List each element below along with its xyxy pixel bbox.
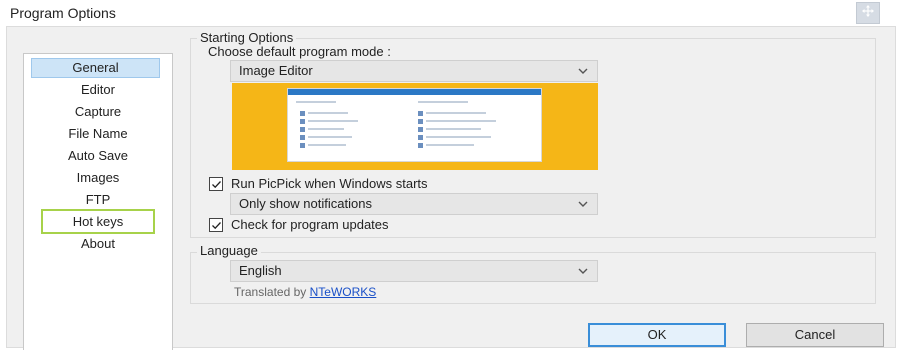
default-mode-label: Choose default program mode : [208,44,391,59]
run-on-start-label: Run PicPick when Windows starts [231,176,428,191]
run-on-start-checkbox[interactable] [209,177,223,191]
sidebar-item-hot-keys[interactable]: Hot keys [41,209,155,234]
default-mode-value: Image Editor [239,63,313,78]
chevron-down-icon [577,196,589,208]
sidebar-item-label: File Name [68,126,128,141]
sidebar-item-ftp[interactable]: FTP [24,190,172,210]
translator-link[interactable]: NTeWORKS [310,285,377,299]
sidebar-item-label: General [72,60,119,75]
sidebar-item-label: Capture [74,104,122,119]
translator-credit: Translated by NTeWORKS [234,285,376,299]
sidebar-item-label: Hot keys [72,214,124,229]
sidebar-item-about[interactable]: About [24,234,172,254]
check-updates-label: Check for program updates [231,217,389,232]
sidebar-item-capture[interactable]: Capture [24,102,172,122]
ok-button[interactable]: OK [588,323,726,347]
sidebar-item-label: Images [76,170,120,185]
title-bar: Program Options [0,0,902,26]
cancel-button[interactable]: Cancel [746,323,884,347]
chevron-down-icon [577,263,589,275]
sidebar-item-label: FTP [85,192,111,207]
window-title: Program Options [10,5,116,21]
sidebar-item-editor[interactable]: Editor [24,80,172,100]
starting-options-title: Starting Options [197,30,297,45]
sidebar-item-images[interactable]: Images [24,168,172,188]
sidebar-item-label: About [81,236,115,251]
options-sidebar: General Editor Capture File Name Auto Sa… [23,53,173,350]
notification-select[interactable]: Only show notifications [230,193,598,215]
language-select[interactable]: English [230,260,598,282]
language-value: English [239,263,282,278]
sidebar-item-label: Editor [81,82,115,97]
sidebar-item-general[interactable]: General [31,58,160,78]
move-arrows-icon [861,4,875,23]
sidebar-item-auto-save[interactable]: Auto Save [24,146,172,166]
editor-window-thumbnail [287,88,542,162]
notification-value: Only show notifications [239,196,372,211]
default-mode-select[interactable]: Image Editor [230,60,598,82]
translated-by-label: Translated by [234,285,307,299]
language-title: Language [197,243,261,258]
sidebar-item-file-name[interactable]: File Name [24,124,172,144]
chevron-down-icon [577,63,589,75]
move-window-button[interactable] [856,2,880,24]
check-updates-checkbox[interactable] [209,218,223,232]
mode-preview-image [232,83,598,170]
sidebar-item-label: Auto Save [68,148,128,163]
